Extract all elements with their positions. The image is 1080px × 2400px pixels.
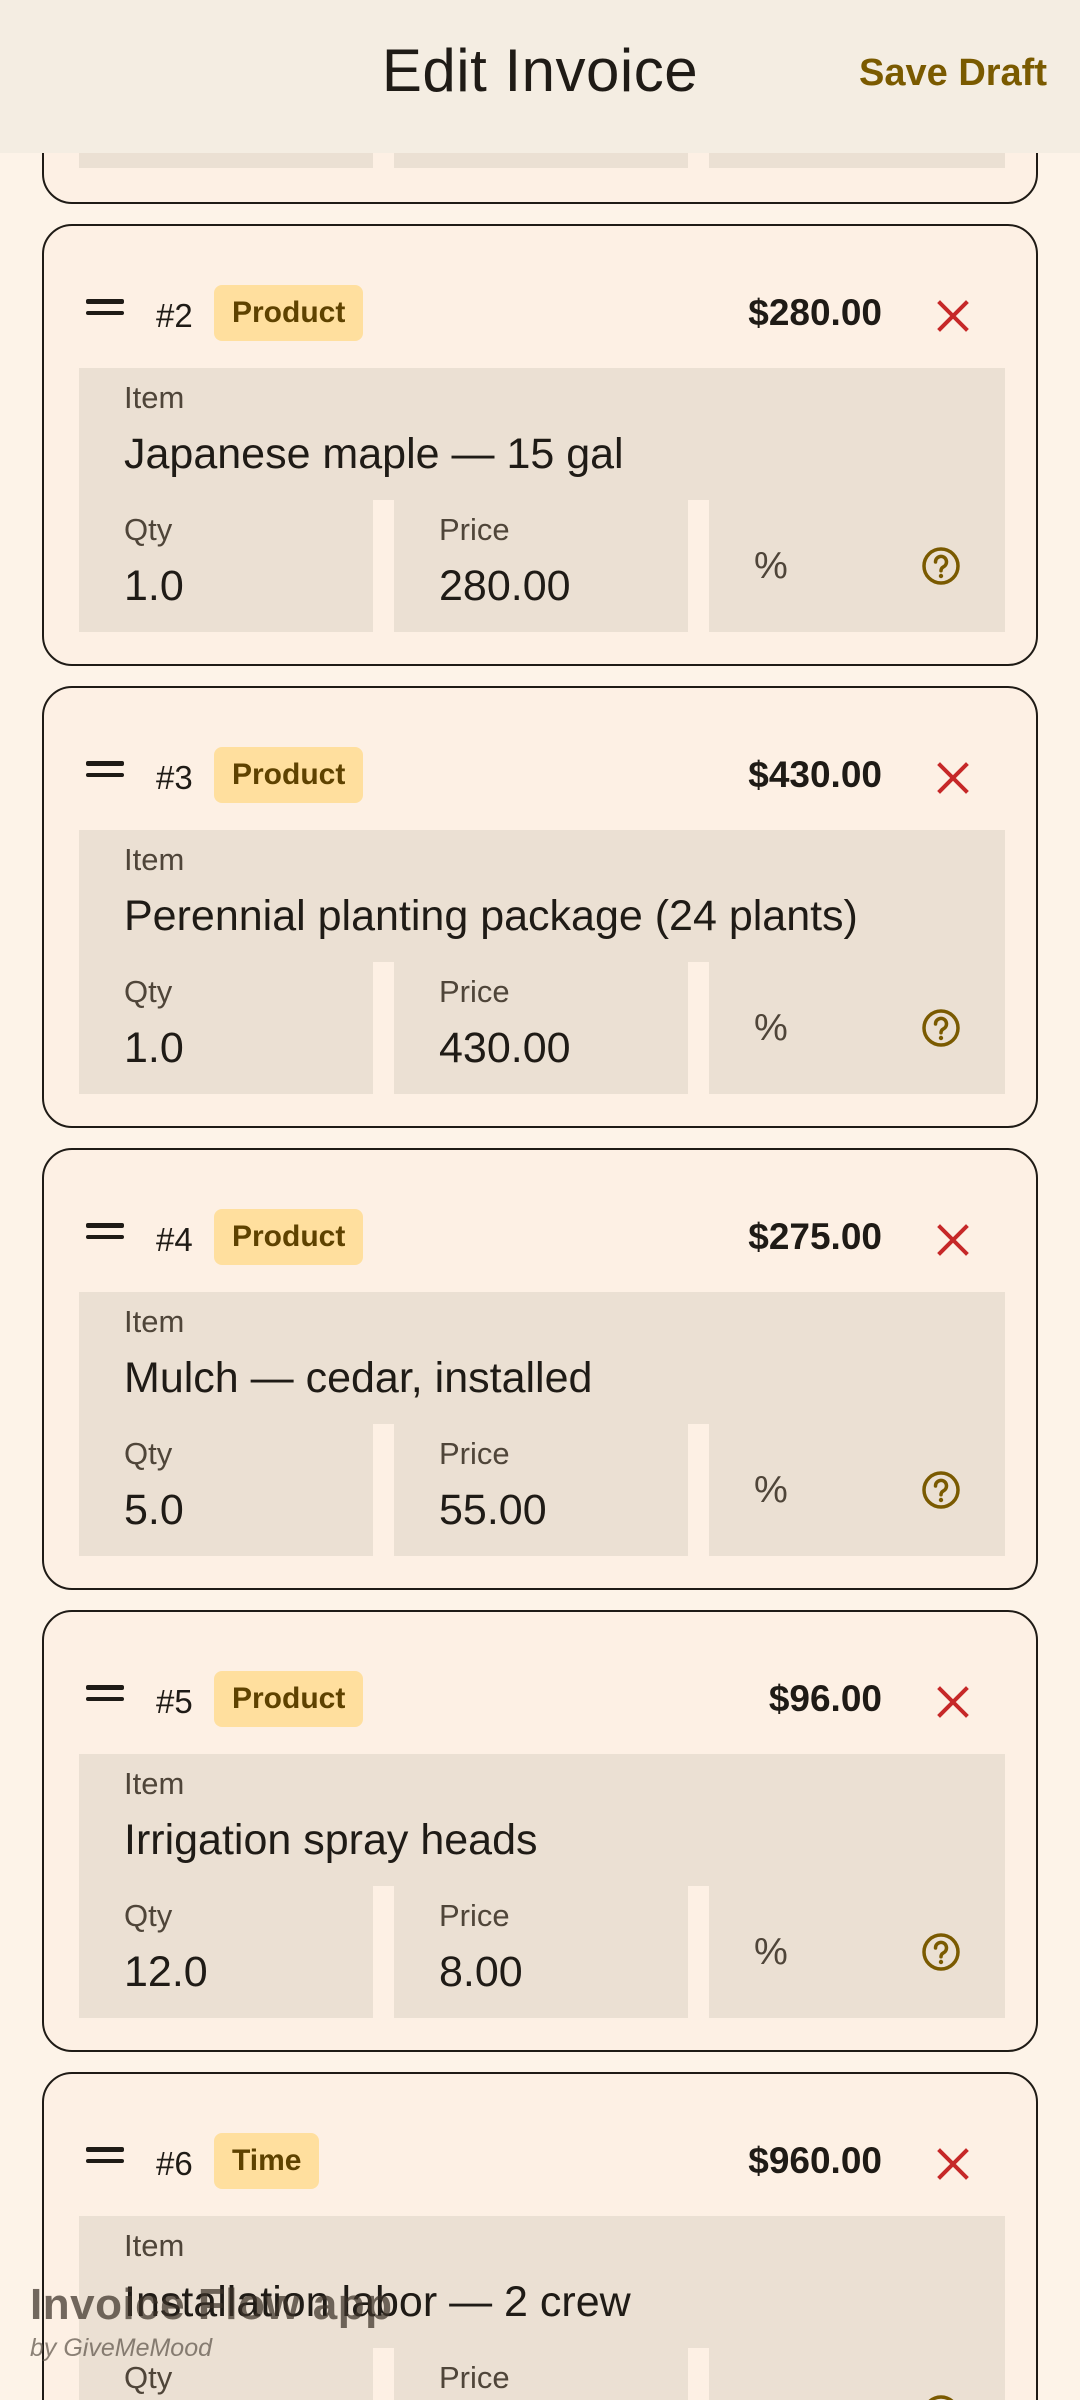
drag-handle-icon[interactable] [86, 299, 124, 315]
item-value: Japanese maple — 15 gal [124, 430, 624, 478]
type-chip: Product [214, 1671, 364, 1727]
item-field[interactable]: Item Irrigation spray heads [79, 1754, 1005, 1886]
price-label: Price [439, 2360, 510, 2395]
qty-label: Qty [124, 2360, 173, 2395]
price-field[interactable]: Price [394, 2348, 688, 2400]
line-items-list[interactable]: #2 Product $280.00 Item Japanese maple —… [0, 0, 1080, 2400]
line-number: #6 [156, 2145, 193, 2182]
percent-sign: % [754, 1931, 788, 1973]
help-circle-icon[interactable] [921, 1008, 961, 1048]
discount-percent-field[interactable]: % [709, 1424, 1005, 1556]
price-field[interactable]: Price 430.00 [394, 962, 688, 1094]
drag-handle-icon[interactable] [86, 1223, 124, 1239]
help-circle-icon[interactable] [921, 546, 961, 586]
close-icon[interactable] [936, 1223, 970, 1257]
line-item-card[interactable]: #5 Product $96.00 Item Irrigation spray … [42, 1610, 1038, 2052]
qty-label: Qty [124, 1436, 173, 1471]
line-item-card[interactable]: #2 Product $280.00 Item Japanese maple —… [42, 224, 1038, 666]
price-field[interactable]: Price 55.00 [394, 1424, 688, 1556]
line-item-card[interactable]: #4 Product $275.00 Item Mulch — cedar, i… [42, 1148, 1038, 1590]
qty-field[interactable]: Qty 12.0 [79, 1886, 373, 2018]
price-value: 8.00 [439, 1948, 523, 1996]
item-label: Item [124, 1304, 185, 1339]
qty-field[interactable]: Qty 5.0 [79, 1424, 373, 1556]
close-icon[interactable] [936, 2147, 970, 2181]
percent-sign: % [754, 2393, 788, 2400]
price-field[interactable]: Price 8.00 [394, 1886, 688, 2018]
type-chip: Time [214, 2133, 320, 2189]
percent-sign: % [754, 1469, 788, 1511]
item-value: Irrigation spray heads [124, 1816, 538, 1864]
item-label: Item [124, 1766, 185, 1801]
item-value: Perennial planting package (24 plants) [124, 892, 858, 940]
item-field[interactable]: Item Japanese maple — 15 gal [79, 368, 1005, 500]
close-icon[interactable] [936, 761, 970, 795]
type-chip: Product [214, 1209, 364, 1265]
qty-label: Qty [124, 974, 173, 1009]
price-field[interactable]: Price 280.00 [394, 500, 688, 632]
line-total: $96.00 [768, 1678, 882, 1719]
discount-percent-field[interactable]: % [709, 1886, 1005, 2018]
qty-label: Qty [124, 512, 173, 547]
price-value: 55.00 [439, 1486, 547, 1534]
discount-percent-field[interactable]: % [709, 2348, 1005, 2400]
price-label: Price [439, 1436, 510, 1471]
qty-value: 1.0 [124, 562, 184, 610]
drag-handle-icon[interactable] [86, 2147, 124, 2163]
qty-label: Qty [124, 1898, 173, 1933]
help-circle-icon[interactable] [921, 1932, 961, 1972]
help-circle-icon[interactable] [921, 2394, 961, 2400]
price-label: Price [439, 512, 510, 547]
qty-value: 1.0 [124, 1024, 184, 1072]
price-value: 280.00 [439, 562, 571, 610]
help-circle-icon[interactable] [921, 1470, 961, 1510]
save-draft-button[interactable]: Save Draft [859, 52, 1047, 95]
line-total: $275.00 [748, 1216, 882, 1257]
price-value: 430.00 [439, 1024, 571, 1072]
drag-handle-icon[interactable] [86, 1685, 124, 1701]
percent-sign: % [754, 1007, 788, 1049]
drag-handle-icon[interactable] [86, 761, 124, 777]
app-watermark: Invoice Flow app by GiveMeMood [30, 2280, 393, 2363]
line-total: $430.00 [748, 754, 882, 795]
item-label: Item [124, 380, 185, 415]
line-item-card[interactable]: #3 Product $430.00 Item Perennial planti… [42, 686, 1038, 1128]
qty-field[interactable]: Qty 1.0 [79, 500, 373, 632]
line-number: #3 [156, 759, 193, 796]
item-label: Item [124, 2228, 185, 2263]
price-label: Price [439, 1898, 510, 1933]
item-value: Mulch — cedar, installed [124, 1354, 593, 1402]
invoice-editor-screen: #2 Product $280.00 Item Japanese maple —… [0, 0, 1080, 2400]
line-number: #5 [156, 1683, 193, 1720]
type-chip: Product [214, 747, 364, 803]
item-field[interactable]: Item Perennial planting package (24 plan… [79, 830, 1005, 962]
discount-percent-field[interactable]: % [709, 962, 1005, 1094]
line-number: #4 [156, 1221, 193, 1258]
discount-percent-field[interactable]: % [709, 500, 1005, 632]
close-icon[interactable] [936, 299, 970, 333]
watermark-title: Invoice Flow app [30, 2280, 393, 2329]
item-label: Item [124, 842, 185, 877]
price-label: Price [439, 974, 510, 1009]
close-icon[interactable] [936, 1685, 970, 1719]
watermark-subtitle: by GiveMeMood [30, 2334, 213, 2362]
top-app-bar: Edit Invoice Save Draft [0, 0, 1080, 153]
line-number: #2 [156, 297, 193, 334]
percent-sign: % [754, 545, 788, 587]
line-total: $960.00 [748, 2140, 882, 2181]
type-chip: Product [214, 285, 364, 341]
qty-value: 12.0 [124, 1948, 208, 1996]
item-field[interactable]: Item Mulch — cedar, installed [79, 1292, 1005, 1424]
qty-field[interactable]: Qty 1.0 [79, 962, 373, 1094]
qty-value: 5.0 [124, 1486, 184, 1534]
line-total: $280.00 [748, 292, 882, 333]
